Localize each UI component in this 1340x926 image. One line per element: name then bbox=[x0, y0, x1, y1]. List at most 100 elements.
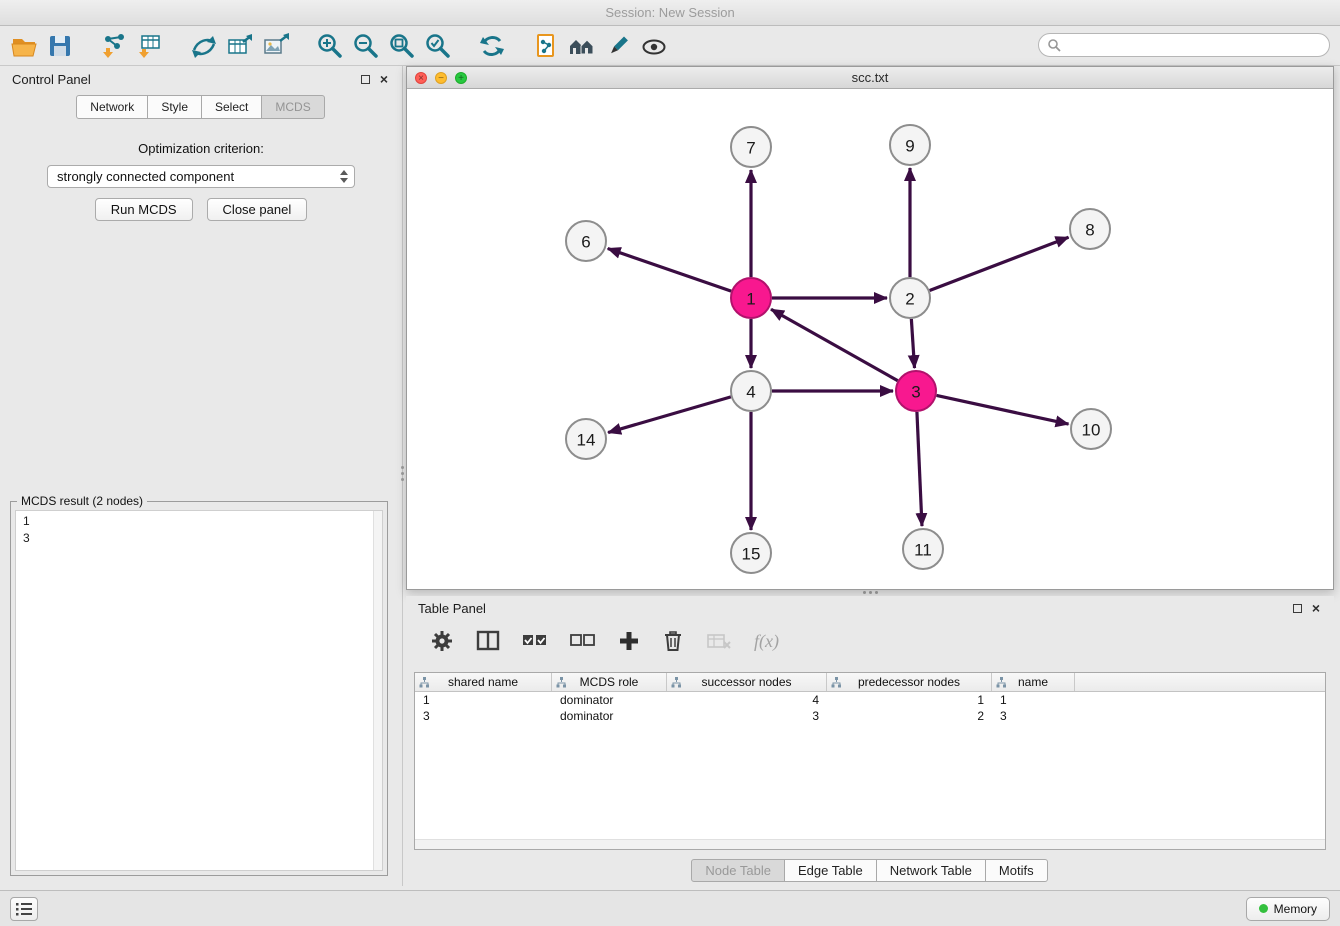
graph-node-label: 6 bbox=[581, 233, 590, 252]
graph-edge-2-8[interactable] bbox=[930, 237, 1069, 290]
tab-style[interactable]: Style bbox=[147, 95, 202, 119]
graph-node-9[interactable]: 9 bbox=[890, 125, 930, 165]
run-mcds-button[interactable]: Run MCDS bbox=[95, 198, 193, 221]
close-window-icon[interactable]: × bbox=[415, 72, 427, 84]
tab-node-table[interactable]: Node Table bbox=[691, 859, 785, 882]
column-header-shared-name[interactable]: shared name bbox=[415, 673, 552, 691]
network-canvas[interactable]: 7 9 6 8 1 2 4 3 14 10 15 11 bbox=[407, 89, 1333, 589]
graph-edge-3-11[interactable] bbox=[917, 412, 922, 526]
import-table-icon[interactable] bbox=[132, 28, 168, 64]
mcds-result-line: 1 bbox=[23, 513, 382, 530]
close-panel-icon[interactable]: × bbox=[380, 74, 388, 84]
graph-node-6[interactable]: 6 bbox=[566, 221, 606, 261]
table-cell: 3 bbox=[992, 709, 1075, 723]
graph-node-11[interactable]: 11 bbox=[903, 529, 943, 569]
result-scrollbar[interactable] bbox=[373, 511, 382, 870]
control-panel-title: Control Panel bbox=[12, 72, 91, 87]
network-window-titlebar[interactable]: × − + scc.txt bbox=[407, 67, 1333, 89]
task-history-button[interactable] bbox=[10, 897, 38, 921]
table-row[interactable]: 3dominator323 bbox=[415, 708, 1325, 724]
column-header-predecessor-nodes[interactable]: predecessor nodes bbox=[827, 673, 992, 691]
graph-node-8[interactable]: 8 bbox=[1070, 209, 1110, 249]
graph-node-7[interactable]: 7 bbox=[731, 127, 771, 167]
graph-edge-1-6[interactable] bbox=[608, 249, 731, 292]
column-header-successor-nodes[interactable]: successor nodes bbox=[667, 673, 827, 691]
memory-button[interactable]: Memory bbox=[1246, 897, 1330, 921]
table-cell: 2 bbox=[827, 709, 992, 723]
zoom-out-icon[interactable] bbox=[348, 28, 384, 64]
table-cell: 1 bbox=[415, 693, 552, 707]
tab-motifs[interactable]: Motifs bbox=[985, 859, 1048, 882]
delete-table-icon-disabled bbox=[706, 630, 732, 652]
node-table[interactable]: shared name MCDS role successor nodes pr… bbox=[414, 672, 1326, 850]
graph-node-label: 15 bbox=[742, 545, 761, 564]
table-cell: 1 bbox=[992, 693, 1075, 707]
search-field[interactable] bbox=[1038, 33, 1330, 57]
graph-node-15[interactable]: 15 bbox=[731, 533, 771, 573]
export-table-icon[interactable] bbox=[222, 28, 258, 64]
table-settings-gear-icon[interactable] bbox=[430, 629, 454, 653]
zoom-fit-icon[interactable] bbox=[384, 28, 420, 64]
zoom-in-icon[interactable] bbox=[312, 28, 348, 64]
maximize-window-icon[interactable]: + bbox=[455, 72, 467, 84]
close-table-panel-icon[interactable]: × bbox=[1312, 603, 1320, 613]
column-header-mcds-role[interactable]: MCDS role bbox=[552, 673, 667, 691]
application-window: Session: New Session bbox=[0, 0, 1340, 926]
graph-node-1[interactable]: 1 bbox=[731, 278, 771, 318]
tab-network[interactable]: Network bbox=[76, 95, 148, 119]
graph-node-4[interactable]: 4 bbox=[731, 371, 771, 411]
search-input[interactable] bbox=[1066, 38, 1316, 52]
graph-node-14[interactable]: 14 bbox=[566, 419, 606, 459]
graph-edge-4-14[interactable] bbox=[608, 397, 731, 433]
apply-style-icon[interactable] bbox=[600, 28, 636, 64]
graph-node-label: 8 bbox=[1085, 221, 1094, 240]
optimization-criterion-select[interactable]: strongly connected component bbox=[47, 165, 355, 188]
new-network-icon[interactable] bbox=[186, 28, 222, 64]
tab-network-table[interactable]: Network Table bbox=[876, 859, 986, 882]
network-window-title: scc.txt bbox=[852, 70, 889, 85]
export-image-icon[interactable] bbox=[258, 28, 294, 64]
float-table-panel-icon[interactable] bbox=[1293, 604, 1302, 613]
table-panel-tabs: Node Table Edge Table Network Table Moti… bbox=[406, 859, 1334, 882]
float-panel-icon[interactable] bbox=[361, 75, 370, 84]
attribute-type-icon bbox=[831, 677, 842, 688]
table-cell: 3 bbox=[667, 709, 827, 723]
table-row[interactable]: 1dominator411 bbox=[415, 692, 1325, 708]
mcds-result-line: 3 bbox=[23, 530, 382, 547]
graph-node-2[interactable]: 2 bbox=[890, 278, 930, 318]
mcds-result-textarea[interactable]: 13 bbox=[15, 510, 383, 871]
graph-edge-3-1[interactable] bbox=[771, 309, 898, 380]
unselect-all-columns-icon[interactable] bbox=[570, 630, 596, 652]
show-hide-graphics-icon[interactable] bbox=[636, 28, 672, 64]
column-header-name[interactable]: name bbox=[992, 673, 1075, 691]
close-panel-button[interactable]: Close panel bbox=[207, 198, 308, 221]
graph-edge-3-10[interactable] bbox=[937, 395, 1069, 424]
window-title: Session: New Session bbox=[605, 5, 734, 20]
graph-node-label: 2 bbox=[905, 290, 914, 309]
first-neighbors-icon[interactable] bbox=[564, 28, 600, 64]
graph-node-label: 14 bbox=[577, 431, 596, 450]
refresh-icon[interactable] bbox=[474, 28, 510, 64]
table-horizontal-scrollbar[interactable] bbox=[415, 839, 1325, 849]
control-panel-tabs: Network Style Select MCDS bbox=[2, 95, 400, 119]
zoom-selected-icon[interactable] bbox=[420, 28, 456, 64]
graph-edge-2-3[interactable] bbox=[911, 319, 914, 368]
open-file-icon[interactable] bbox=[6, 28, 42, 64]
create-column-plus-icon[interactable] bbox=[618, 630, 640, 652]
select-all-columns-icon[interactable] bbox=[522, 630, 548, 652]
tab-select[interactable]: Select bbox=[201, 95, 262, 119]
graph-node-10[interactable]: 10 bbox=[1071, 409, 1111, 449]
table-panel-title: Table Panel bbox=[418, 601, 486, 616]
show-column-panel-icon[interactable] bbox=[476, 629, 500, 653]
graph-node-label: 3 bbox=[911, 383, 920, 402]
mcds-result-group: MCDS result (2 nodes) 13 bbox=[10, 494, 388, 876]
delete-column-trash-icon[interactable] bbox=[662, 629, 684, 653]
tab-edge-table[interactable]: Edge Table bbox=[784, 859, 877, 882]
dropdown-selected-value: strongly connected component bbox=[57, 169, 234, 184]
minimize-window-icon[interactable]: − bbox=[435, 72, 447, 84]
save-session-icon[interactable] bbox=[42, 28, 78, 64]
network-document-icon[interactable] bbox=[528, 28, 564, 64]
import-network-icon[interactable] bbox=[96, 28, 132, 64]
tab-mcds[interactable]: MCDS bbox=[261, 95, 324, 119]
graph-node-3[interactable]: 3 bbox=[896, 371, 936, 411]
